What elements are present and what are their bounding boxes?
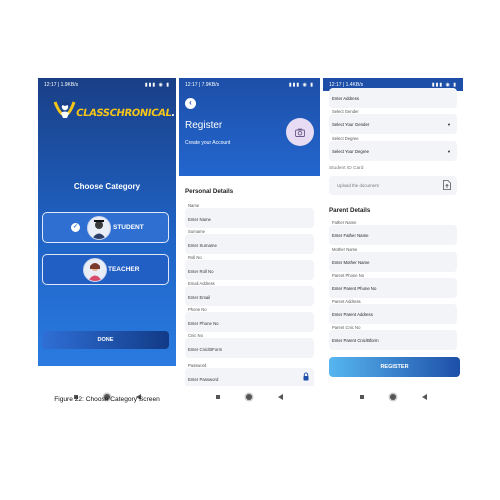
register-subtitle: Create your Account <box>185 140 231 146</box>
status-time: 12:17 | 1.4KB/s <box>329 81 364 88</box>
status-time: 12:17 | 1.9KB/s <box>44 81 79 88</box>
field-placeholder: Enter Address <box>332 96 359 101</box>
logo-wordmark: CLASSCHRONICAL. <box>75 108 176 119</box>
parent-phone-field[interactable]: Parent Phone No Enter Parent Phone No <box>329 273 457 298</box>
field-label: Mother Name <box>332 247 358 252</box>
degree-select[interactable]: Select Degree Select Your Degree ▼ <box>329 136 457 161</box>
page-title: Choose Category <box>73 182 141 191</box>
mother-name-field[interactable]: Mother Name Enter Mother Name <box>329 247 457 272</box>
dropdown-arrow-icon: ▼ <box>447 122 451 127</box>
field-label: Parent Phone No <box>332 273 365 278</box>
upload-document-field[interactable]: Upload the document <box>329 176 457 195</box>
field-placeholder: Enter Cnic/BForm <box>188 347 223 352</box>
category-option-student[interactable]: ✓ STUDENT <box>42 212 169 243</box>
status-icons: ▮▮▮ ◉ ▮ <box>144 81 170 88</box>
field-label: Email Address <box>188 281 215 286</box>
profile-photo-button[interactable] <box>286 118 314 146</box>
field-label: Phone No <box>188 307 207 312</box>
select-value: Select Your Gender <box>332 122 370 127</box>
name-field[interactable]: Name Enter Name <box>185 203 314 228</box>
register-continued-screen: 12:17 | 1.4KB/s ▮▮▮ ◉ ▮ Enter Address Se… <box>323 78 463 408</box>
field-label: Roll No <box>188 255 202 260</box>
id-card-label: Student ID Card <box>329 166 364 171</box>
field-label: Select Gender <box>332 109 359 114</box>
parent-address-field[interactable]: Parent Address Enter Parent Address <box>329 299 457 324</box>
teacher-avatar-icon <box>83 257 107 282</box>
field-placeholder: Enter Roll No <box>188 269 214 274</box>
field-placeholder: Enter Phone No <box>188 321 219 326</box>
password-field[interactable]: Password Enter Password <box>185 363 314 388</box>
select-value: Select Your Degree <box>332 149 370 154</box>
camera-icon <box>295 128 305 137</box>
field-label: Father Name <box>332 220 357 225</box>
home-icon[interactable] <box>389 394 396 400</box>
field-placeholder: Enter Surname <box>188 243 217 248</box>
register-title: Register <box>185 120 223 131</box>
lock-icon[interactable] <box>303 372 309 381</box>
student-avatar-icon <box>87 215 111 240</box>
status-icons: ▮▮▮ ◉ ▮ <box>431 81 457 88</box>
check-icon: ✓ <box>71 223 80 232</box>
cnic-field[interactable]: Cnic No Enter Cnic/BForm <box>185 333 314 358</box>
field-label: Select Degree <box>332 136 359 141</box>
field-placeholder: Enter Name <box>188 217 211 222</box>
father-name-field[interactable]: Father Name Enter Father Name <box>329 220 457 245</box>
field-placeholder: Enter Parent Address <box>332 312 373 317</box>
register-button[interactable]: REGISTER <box>329 357 460 377</box>
field-label: Parent Address <box>332 299 361 304</box>
field-placeholder: Enter Father Name <box>332 233 369 238</box>
surname-field[interactable]: Surname Enter Surname <box>185 229 314 254</box>
category-label: TEACHER <box>108 266 140 273</box>
android-nav-bar <box>323 386 463 408</box>
upload-placeholder: Upload the document <box>337 183 379 188</box>
choose-category-screen: 12:17 | 1.9KB/s ▮▮▮ ◉ ▮ CLASSCHRONICAL. … <box>38 78 176 408</box>
field-label: Password <box>188 363 207 368</box>
logo-word-class: CLASS <box>75 108 111 119</box>
register-screen: 12:17 | 7.9KB/s ▮▮▮ ◉ ▮ ‹ Register Creat… <box>179 78 320 408</box>
figure-caption: Figure 22: Choose Category Screen <box>54 396 160 403</box>
parent-cnic-field[interactable]: Parent Cnic No Enter Parent Cnic/Bform <box>329 325 457 350</box>
section-personal-details: Personal Details <box>185 188 234 195</box>
back-icon[interactable] <box>278 394 283 400</box>
recents-icon[interactable] <box>359 395 364 399</box>
app-logo: CLASSCHRONICAL. <box>52 98 176 132</box>
field-placeholder: Enter Password <box>188 377 219 382</box>
category-option-teacher[interactable]: TEACHER <box>42 254 169 285</box>
field-label: Cnic No <box>188 333 203 338</box>
field-label: Surname <box>188 229 205 234</box>
phone-field[interactable]: Phone No Enter Phone No <box>185 307 314 332</box>
done-button[interactable]: DONE <box>42 331 169 349</box>
document-upload-icon <box>443 180 451 190</box>
back-button[interactable]: ‹ <box>185 98 196 109</box>
dropdown-arrow-icon: ▼ <box>447 149 451 154</box>
section-parent-details: Parent Details <box>329 207 371 214</box>
graduate-logo-icon <box>53 101 76 118</box>
status-bar: 12:17 | 1.9KB/s ▮▮▮ ◉ ▮ <box>38 78 176 91</box>
field-placeholder: Enter Mother Name <box>332 260 370 265</box>
field-label: Parent Cnic No <box>332 325 361 330</box>
status-icons: ▮▮▮ ◉ ▮ <box>288 81 314 88</box>
category-label: STUDENT <box>113 224 144 231</box>
roll-no-field[interactable]: Roll No Enter Roll No <box>185 255 314 280</box>
field-label: Name <box>188 203 200 208</box>
status-bar: 12:17 | 7.9KB/s ▮▮▮ ◉ ▮ <box>179 78 320 91</box>
home-icon[interactable] <box>246 394 252 400</box>
field-placeholder: Enter Parent Phone No <box>332 286 377 291</box>
back-icon[interactable] <box>421 394 427 400</box>
field-placeholder: Enter Parent Cnic/Bform <box>332 338 379 343</box>
recents-icon[interactable] <box>216 395 220 399</box>
status-time: 12:17 | 7.9KB/s <box>185 81 220 88</box>
email-field[interactable]: Email Address Enter Email <box>185 281 314 306</box>
address-field[interactable]: Enter Address <box>329 88 457 108</box>
gender-select[interactable]: Select Gender Select Your Gender ▼ <box>329 109 457 134</box>
logo-word-chronical: CHRONICAL <box>108 108 173 119</box>
android-nav-bar <box>179 386 320 408</box>
field-placeholder: Enter Email <box>188 295 211 300</box>
